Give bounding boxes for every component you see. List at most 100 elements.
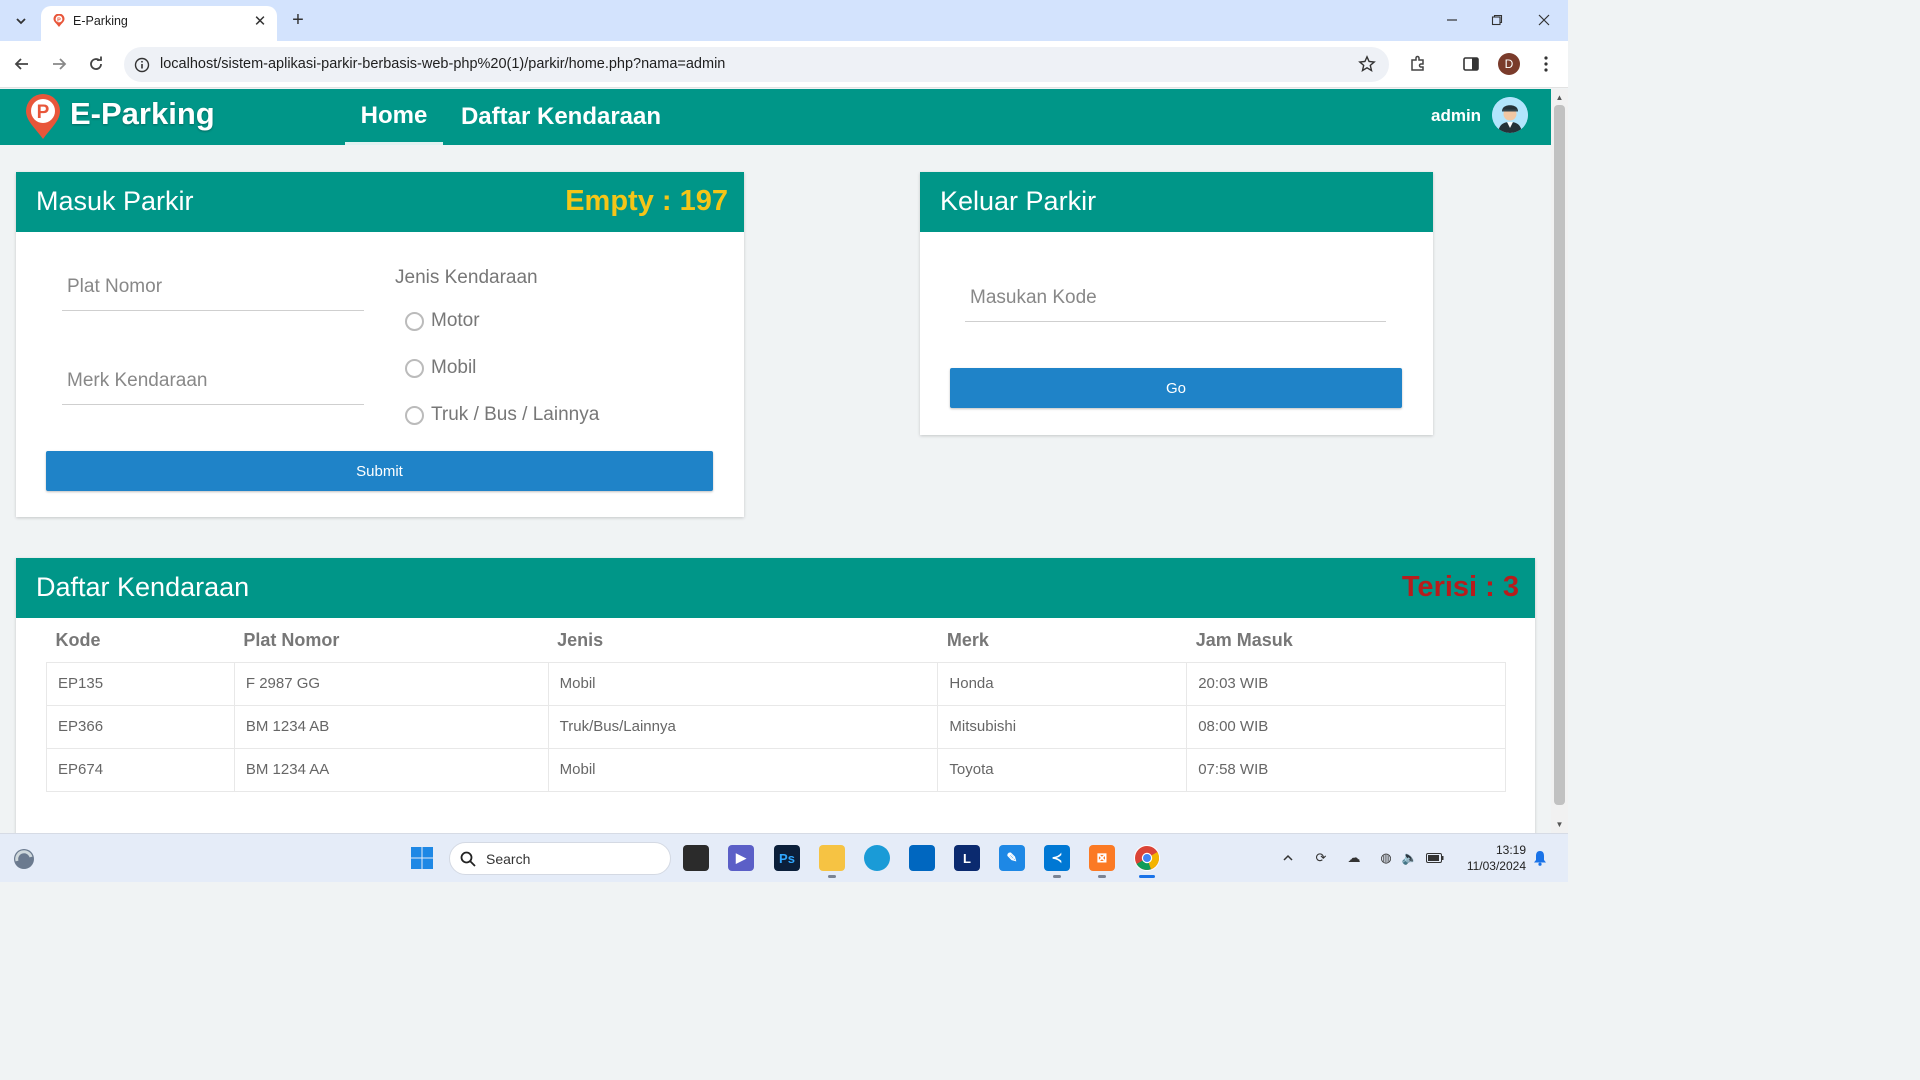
network-globe-icon[interactable]: ◍ bbox=[1377, 849, 1395, 867]
extensions-puzzle-icon[interactable] bbox=[1407, 53, 1429, 75]
user-avatar[interactable] bbox=[1492, 97, 1528, 133]
cell-jam-masuk: 20:03 WIB bbox=[1186, 661, 1506, 706]
cell-merk: Toyota bbox=[937, 747, 1188, 792]
user-name[interactable]: admin bbox=[1431, 106, 1481, 126]
tab-title: E-Parking bbox=[73, 14, 128, 28]
weather-widget-icon[interactable] bbox=[11, 846, 37, 872]
scroll-up-arrow-icon[interactable]: ▲ bbox=[1555, 93, 1564, 102]
terisi-counter: Terisi : 3 bbox=[1401, 571, 1519, 603]
site-info-icon[interactable] bbox=[132, 55, 151, 74]
masuk-parkir-title: Masuk Parkir bbox=[36, 186, 194, 216]
taskbar-search[interactable]: Search bbox=[449, 842, 671, 875]
scroll-down-arrow-icon[interactable]: ▼ bbox=[1555, 820, 1564, 829]
plat-nomor-field[interactable] bbox=[62, 264, 364, 311]
running-indicator bbox=[1098, 875, 1106, 878]
side-panel-icon[interactable] bbox=[1460, 53, 1482, 75]
running-indicator bbox=[1053, 875, 1061, 878]
radio-circle[interactable] bbox=[405, 405, 424, 425]
cloud-icon[interactable]: ☁ bbox=[1345, 849, 1363, 867]
cell-plat-nomor: BM 1234 AB bbox=[233, 704, 549, 749]
keluar-parkir-title: Keluar Parkir bbox=[940, 186, 1097, 216]
xampp-icon[interactable]: ⊠ bbox=[1089, 845, 1115, 871]
microsoft-store-icon[interactable] bbox=[909, 845, 935, 871]
merk-kendaraan-input[interactable] bbox=[62, 358, 364, 404]
clock-time: 13:19 bbox=[1495, 843, 1526, 857]
radio-mobil[interactable]: Mobil bbox=[405, 357, 476, 379]
empty-counter: Empty : 197 bbox=[565, 185, 728, 217]
daftar-kendaraan-card: Daftar Kendaraan Terisi : 3 Kode Plat No… bbox=[16, 558, 1535, 833]
cell-jam-masuk: 07:58 WIB bbox=[1186, 747, 1506, 792]
cell-plat-nomor: F 2987 GG bbox=[233, 661, 549, 706]
svg-text:P: P bbox=[37, 102, 50, 123]
column-header-merk: Merk bbox=[946, 630, 989, 651]
column-header-jam-masuk: Jam Masuk bbox=[1195, 630, 1293, 651]
browser-tab[interactable]: P E-Parking ✕ bbox=[41, 6, 277, 41]
file-explorer-icon[interactable] bbox=[819, 845, 845, 871]
column-header-jenis: Jenis bbox=[557, 630, 604, 651]
close-window-icon[interactable] bbox=[1532, 8, 1556, 32]
forward-arrow-icon[interactable] bbox=[47, 52, 71, 76]
scroll-thumb[interactable] bbox=[1554, 105, 1565, 805]
restore-icon[interactable] bbox=[1485, 8, 1509, 32]
table-header-row: Kode Plat Nomor Jenis Merk Jam Masuk bbox=[47, 620, 1506, 662]
merk-kendaraan-field[interactable] bbox=[62, 358, 364, 405]
browser-tabstrip: P E-Parking ✕ + bbox=[0, 0, 1568, 41]
cell-plat-nomor: BM 1234 AA bbox=[233, 747, 549, 792]
drawing-app-icon[interactable]: ✎ bbox=[999, 845, 1025, 871]
minimize-icon[interactable] bbox=[1440, 8, 1464, 32]
page-scrollbar[interactable]: ▲ ▼ bbox=[1551, 89, 1568, 833]
cell-merk: Honda bbox=[937, 661, 1188, 706]
address-bar[interactable]: localhost/sistem-aplikasi-parkir-berbasi… bbox=[124, 47, 1389, 82]
photoshop-icon[interactable]: Ps bbox=[774, 845, 800, 871]
notification-bell-icon[interactable] bbox=[1531, 849, 1549, 867]
reload-icon[interactable] bbox=[84, 52, 108, 76]
taskbar-search-placeholder[interactable]: Search bbox=[486, 851, 530, 867]
nav-link-daftar-kendaraan[interactable]: Daftar Kendaraan bbox=[452, 89, 670, 145]
radio-truk-label[interactable]: Truk / Bus / Lainnya bbox=[431, 404, 599, 426]
radio-truk-bus-lainnya[interactable]: Truk / Bus / Lainnya bbox=[405, 404, 599, 426]
more-menu-icon[interactable] bbox=[1535, 53, 1557, 75]
kode-input[interactable] bbox=[965, 275, 1386, 321]
plat-nomor-input[interactable] bbox=[62, 264, 364, 310]
page-viewport: P E-Parking Home Daftar Kendaraan admin … bbox=[0, 89, 1551, 833]
sync-icon[interactable]: ⟳ bbox=[1312, 849, 1330, 867]
volume-icon[interactable]: 🔈 bbox=[1401, 849, 1419, 867]
task-view-icon[interactable] bbox=[683, 845, 709, 871]
radio-motor-label[interactable]: Motor bbox=[431, 310, 480, 332]
edge-browser-icon[interactable] bbox=[864, 845, 890, 871]
back-arrow-icon[interactable] bbox=[10, 52, 34, 76]
go-button[interactable]: Go bbox=[950, 368, 1402, 408]
table-row: EP366 BM 1234 AB Truk/Bus/Lainnya Mitsub… bbox=[46, 704, 1506, 749]
svg-text:P: P bbox=[57, 17, 61, 23]
keluar-parkir-header: Keluar Parkir bbox=[920, 172, 1433, 232]
tab-search-chevron-icon[interactable] bbox=[9, 9, 33, 33]
vscode-icon[interactable]: ≺ bbox=[1044, 845, 1070, 871]
parking-favicon-icon: P bbox=[53, 14, 65, 27]
profile-avatar[interactable]: D bbox=[1498, 53, 1520, 75]
battery-icon[interactable] bbox=[1426, 849, 1444, 867]
submit-button[interactable]: Submit bbox=[46, 451, 713, 491]
radio-motor[interactable]: Motor bbox=[405, 310, 480, 332]
cell-merk: Mitsubishi bbox=[937, 704, 1188, 749]
chrome-icon[interactable] bbox=[1134, 845, 1160, 871]
column-header-plat-nomor: Plat Nomor bbox=[243, 630, 340, 651]
bookmark-star-icon[interactable] bbox=[1357, 54, 1377, 74]
tray-chevron-up-icon[interactable] bbox=[1279, 849, 1297, 867]
cell-kode: EP366 bbox=[46, 704, 235, 749]
daftar-kendaraan-title: Daftar Kendaraan bbox=[36, 572, 250, 602]
new-tab-plus-icon[interactable]: + bbox=[287, 9, 309, 31]
url-text[interactable]: localhost/sistem-aplikasi-parkir-berbasi… bbox=[160, 56, 725, 72]
radio-circle[interactable] bbox=[405, 311, 424, 331]
system-clock[interactable]: 13:19 11/03/2024 bbox=[1456, 842, 1526, 874]
radio-circle[interactable] bbox=[405, 358, 424, 378]
nav-link-home[interactable]: Home bbox=[345, 89, 443, 145]
radio-mobil-label[interactable]: Mobil bbox=[431, 357, 476, 379]
top-navbar: P E-Parking Home Daftar Kendaraan admin bbox=[0, 89, 1551, 145]
teams-meet-icon[interactable]: ▶ bbox=[728, 845, 754, 871]
kode-field[interactable] bbox=[965, 275, 1386, 322]
brand-name[interactable]: E-Parking bbox=[70, 96, 215, 132]
windows-start-icon[interactable] bbox=[409, 845, 435, 871]
masuk-parkir-header: Masuk Parkir Empty : 197 bbox=[16, 172, 744, 232]
l-app-icon[interactable]: L bbox=[954, 845, 980, 871]
tab-close-icon[interactable]: ✕ bbox=[251, 12, 269, 30]
